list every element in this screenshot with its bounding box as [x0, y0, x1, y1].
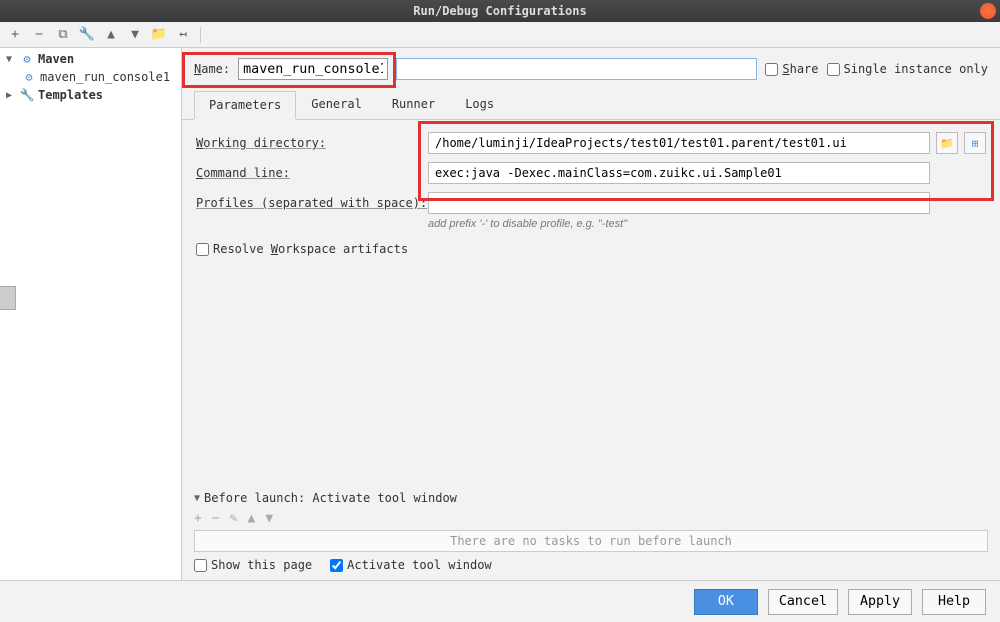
share-checkbox-input[interactable] — [765, 63, 778, 76]
tab-runner[interactable]: Runner — [377, 90, 450, 119]
wrench-icon: 🔧 — [20, 88, 34, 102]
dialog-button-bar: OK Cancel Apply Help — [0, 580, 1000, 622]
ok-button[interactable]: OK — [694, 589, 758, 615]
activate-tool-window-input[interactable] — [330, 559, 343, 572]
collapse-icon[interactable]: ↤ — [176, 28, 190, 42]
tree-label-config1: maven_run_console1 — [40, 70, 170, 84]
titlebar: Run/Debug Configurations — [0, 0, 1000, 22]
browse-folder-button[interactable]: 📁 — [936, 132, 958, 154]
tree-node-config1[interactable]: ⚙ maven_run_console1 — [0, 68, 181, 86]
tab-logs[interactable]: Logs — [450, 90, 509, 119]
profiles-label: Profiles (separated with space): — [196, 196, 428, 210]
show-this-page-input[interactable] — [194, 559, 207, 572]
before-launch-title: Before launch: Activate tool window — [204, 491, 457, 505]
bl-add-icon[interactable]: + — [194, 511, 202, 526]
dock-handle[interactable] — [0, 286, 16, 310]
tab-parameters[interactable]: Parameters — [194, 91, 296, 120]
settings-icon[interactable]: 🔧 — [80, 28, 94, 42]
before-launch-empty: There are no tasks to run before launch — [194, 530, 988, 552]
add-icon[interactable]: + — [8, 28, 22, 42]
tree-node-maven[interactable]: ▼ ⚙ Maven — [0, 50, 181, 68]
folder-icon[interactable]: 📁 — [152, 28, 166, 42]
name-label: Name: — [194, 62, 230, 76]
before-launch-toolbar: + − ✎ ▲ ▼ — [194, 509, 988, 530]
cancel-button[interactable]: Cancel — [768, 589, 838, 615]
bl-remove-icon[interactable]: − — [212, 511, 220, 526]
before-launch-header[interactable]: ▼ Before launch: Activate tool window — [194, 491, 988, 505]
maven-config-icon: ⚙ — [22, 70, 36, 84]
tree-node-templates[interactable]: ▶ 🔧 Templates — [0, 86, 181, 104]
tree-caret-icon: ▶ — [6, 90, 16, 101]
show-this-page-label: Show this page — [211, 558, 312, 572]
config-toolbar: + − ⧉ 🔧 ▲ ▼ 📁 ↤ — [0, 22, 1000, 48]
tree-caret-icon: ▼ — [6, 54, 16, 65]
tab-bar: Parameters General Runner Logs — [182, 86, 1000, 120]
bl-up-icon[interactable]: ▲ — [247, 511, 255, 526]
command-line-input[interactable] — [428, 162, 930, 184]
chevron-down-icon: ▼ — [194, 493, 200, 504]
command-line-label: Command line: — [196, 166, 428, 180]
config-tree: ▼ ⚙ Maven ⚙ maven_run_console1 ▶ 🔧 Templ… — [0, 48, 182, 580]
activate-tool-window-label: Activate tool window — [347, 558, 492, 572]
remove-icon[interactable]: − — [32, 28, 46, 42]
down-icon[interactable]: ▼ — [128, 28, 142, 42]
resolve-workspace-checkbox[interactable]: Resolve Workspace artifacts — [196, 242, 408, 256]
help-button[interactable]: Help — [922, 589, 986, 615]
name-input[interactable] — [238, 58, 388, 80]
bl-edit-icon[interactable]: ✎ — [230, 511, 238, 526]
tab-general[interactable]: General — [296, 90, 377, 119]
single-instance-label: Single instance only — [844, 62, 989, 76]
window-title: Run/Debug Configurations — [413, 4, 586, 18]
window-close-button[interactable] — [980, 3, 996, 19]
share-checkbox[interactable]: Share — [765, 62, 818, 76]
bl-down-icon[interactable]: ▼ — [265, 511, 273, 526]
tree-label-maven: Maven — [38, 52, 74, 66]
activate-tool-window-checkbox[interactable]: Activate tool window — [330, 558, 492, 572]
copy-icon[interactable]: ⧉ — [56, 28, 70, 42]
resolve-workspace-checkbox-input[interactable] — [196, 243, 209, 256]
single-instance-checkbox-input[interactable] — [827, 63, 840, 76]
content-panel: Name: Share Single instance only Paramet… — [182, 48, 1000, 580]
single-instance-checkbox[interactable]: Single instance only — [827, 62, 989, 76]
show-this-page-checkbox[interactable]: Show this page — [194, 558, 312, 572]
tree-label-templates: Templates — [38, 88, 103, 102]
name-extended-area — [396, 58, 757, 80]
apply-button[interactable]: Apply — [848, 589, 912, 615]
up-icon[interactable]: ▲ — [104, 28, 118, 42]
profiles-input[interactable] — [428, 192, 930, 214]
working-directory-input[interactable] — [428, 132, 930, 154]
toolbar-separator — [200, 27, 201, 43]
maven-icon: ⚙ — [20, 52, 34, 66]
browse-tree-button[interactable]: ⊞ — [964, 132, 986, 154]
profiles-hint: add prefix '-' to disable profile, e.g. … — [428, 218, 986, 230]
working-directory-label: Working directory: — [196, 136, 428, 150]
